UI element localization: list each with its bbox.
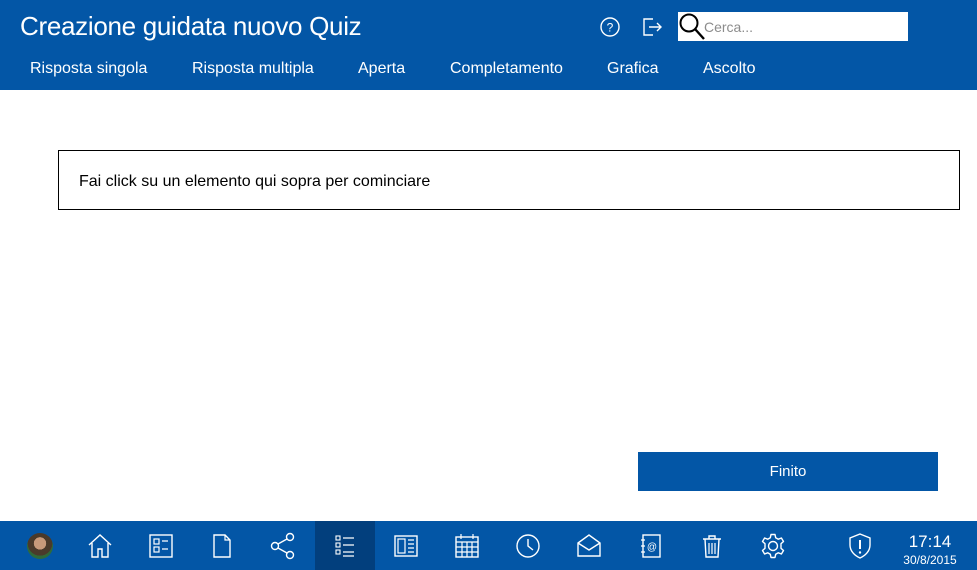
tab-risposta-multipla[interactable]: Risposta multipla: [192, 60, 314, 78]
search-box: [678, 12, 908, 41]
calendar-icon[interactable]: [437, 521, 497, 570]
tab-ascolto[interactable]: Ascolto: [703, 60, 755, 78]
app-header: Creazione guidata nuovo Quiz ? Risposta …: [0, 0, 977, 90]
document-icon[interactable]: [192, 521, 252, 570]
clock-date: 30/8/2015: [903, 553, 957, 567]
help-icon[interactable]: ?: [598, 15, 622, 39]
news-icon[interactable]: [376, 521, 436, 570]
clock-time: 17:14: [908, 532, 952, 551]
finish-button[interactable]: Finito: [638, 452, 938, 491]
trash-icon[interactable]: [682, 521, 742, 570]
tab-risposta-singola[interactable]: Risposta singola: [30, 60, 147, 78]
exit-icon[interactable]: [640, 15, 664, 39]
shield-alert-icon[interactable]: [830, 521, 890, 570]
system-clock[interactable]: 17:14 30/8/2015: [890, 521, 970, 570]
mail-icon[interactable]: [559, 521, 619, 570]
dashboard-icon[interactable]: [131, 521, 191, 570]
avatar[interactable]: [10, 521, 70, 570]
hint-box: Fai click su un elemento qui sopra per c…: [58, 150, 960, 210]
tab-aperta[interactable]: Aperta: [358, 60, 405, 78]
settings-icon[interactable]: [743, 521, 803, 570]
tab-grafica[interactable]: Grafica: [607, 60, 659, 78]
hint-text: Fai click su un elemento qui sopra per c…: [79, 173, 431, 190]
svg-text:@: @: [647, 542, 657, 553]
svg-text:?: ?: [607, 21, 614, 35]
share-icon[interactable]: [253, 521, 313, 570]
home-icon[interactable]: [70, 521, 130, 570]
search-input[interactable]: [702, 12, 904, 41]
contacts-icon[interactable]: @: [621, 521, 681, 570]
clock-icon[interactable]: [498, 521, 558, 570]
page-title: Creazione guidata nuovo Quiz: [20, 11, 362, 41]
taskbar: @: [0, 521, 977, 570]
tab-completamento[interactable]: Completamento: [450, 60, 563, 78]
checklist-icon[interactable]: [315, 521, 375, 570]
